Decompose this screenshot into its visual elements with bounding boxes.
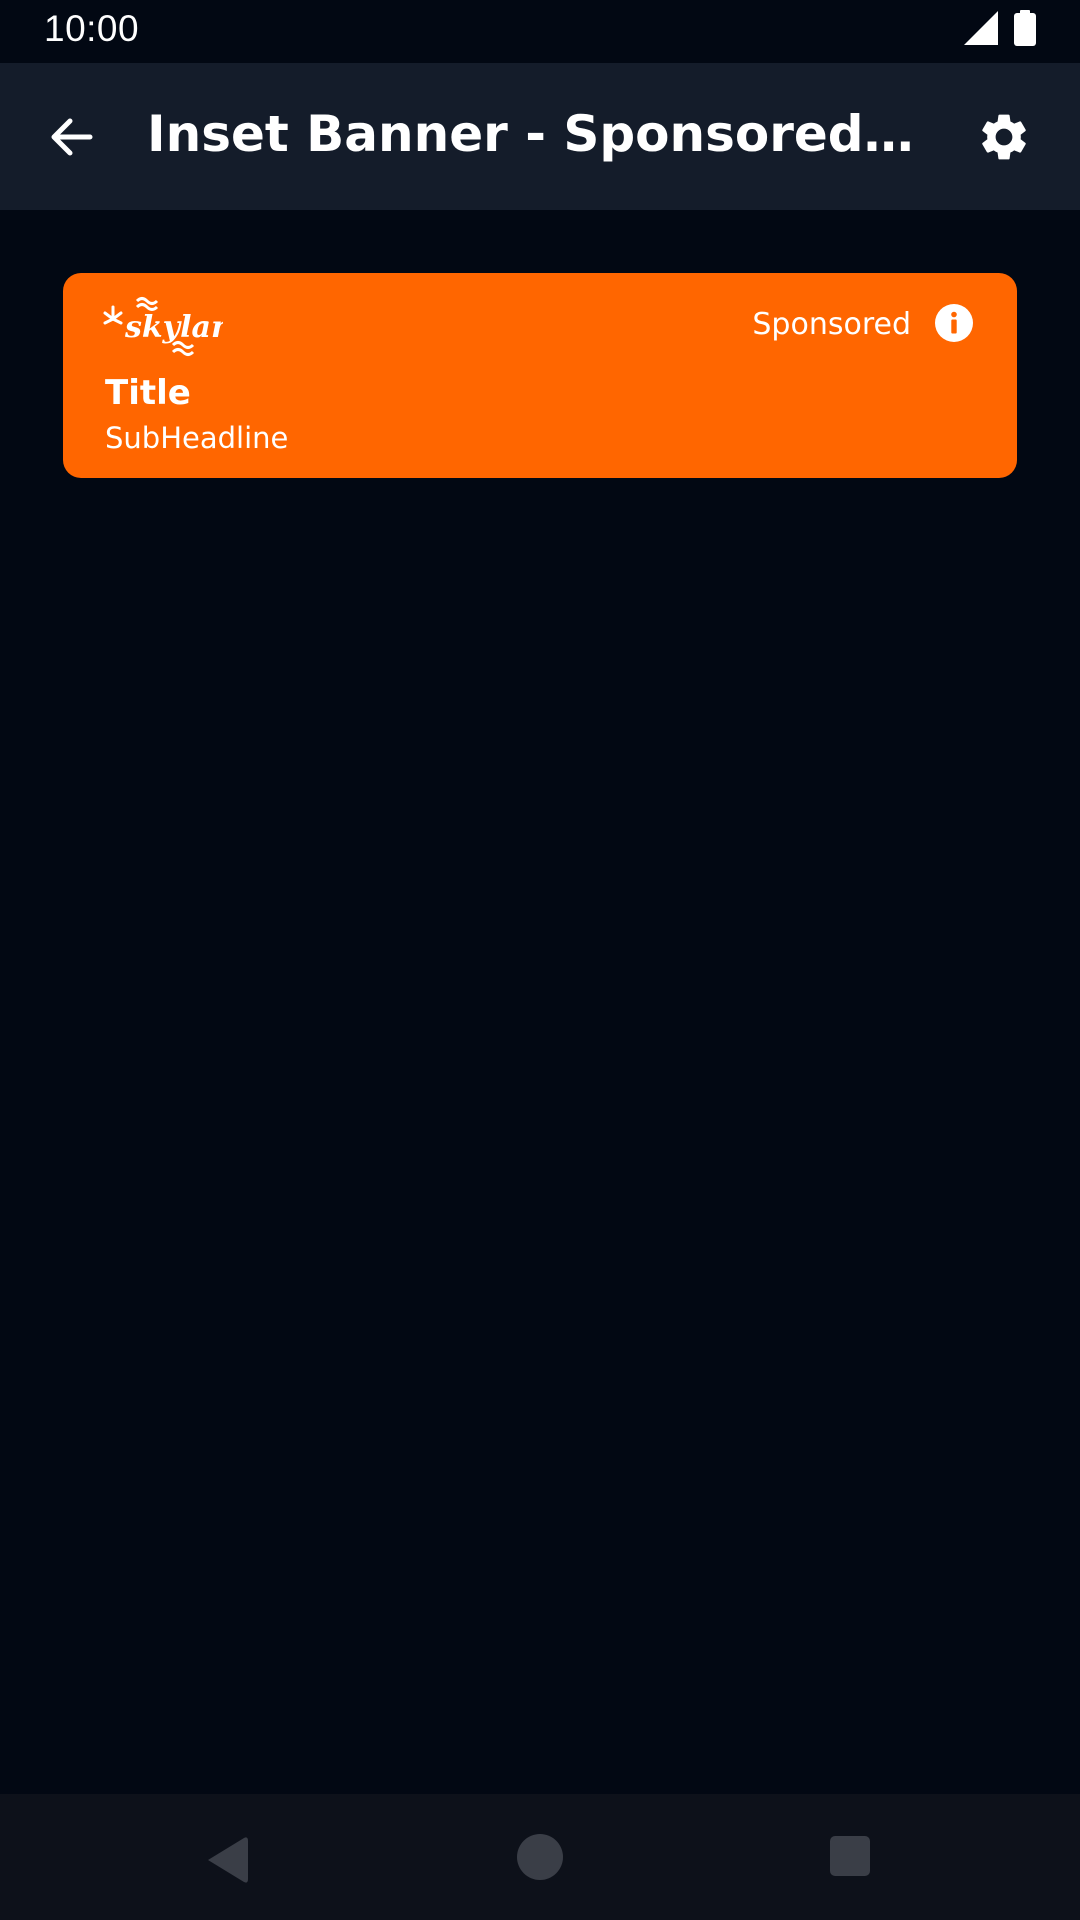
- nav-recents-icon[interactable]: [830, 1836, 870, 1876]
- settings-button[interactable]: [968, 103, 1040, 175]
- sponsored-label: Sponsored: [752, 307, 911, 342]
- screen: 10:00 Inset Banner - Sponsored O skyla S…: [0, 0, 1080, 1920]
- back-arrow-icon: [48, 113, 96, 165]
- info-icon[interactable]: [935, 304, 973, 342]
- nav-home-icon[interactable]: [517, 1834, 563, 1880]
- page-title: Inset Banner - Sponsored OnDemand: [147, 105, 927, 163]
- battery-icon: [1014, 10, 1036, 50]
- skyland-logo: skyland: [103, 293, 254, 357]
- svg-text:skyland: skyland: [124, 310, 223, 345]
- back-button[interactable]: [36, 103, 108, 175]
- nav-back-icon[interactable]: [200, 1832, 256, 1888]
- signal-icon: [964, 11, 998, 49]
- banner-title: Title: [105, 373, 191, 413]
- status-icons: [964, 10, 1036, 50]
- sponsored-banner[interactable]: skyland Sponsored Title SubHeadline: [63, 273, 1017, 478]
- app-bar: Inset Banner - Sponsored OnDemand: [0, 63, 1080, 210]
- status-bar: 10:00: [0, 0, 1080, 63]
- system-nav-bar: [0, 1794, 1080, 1920]
- banner-subheadline: SubHeadline: [105, 421, 289, 455]
- status-time: 10:00: [44, 8, 140, 49]
- gear-icon: [976, 109, 1032, 169]
